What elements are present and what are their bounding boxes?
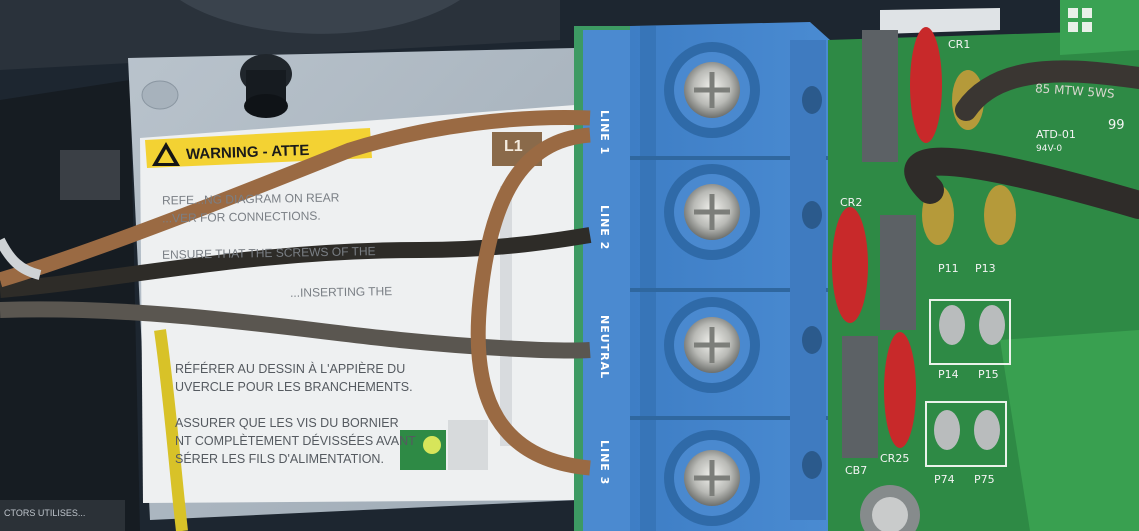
electrical-terminal-photo bbox=[0, 0, 1139, 531]
pcb-label-cr2: CR2 bbox=[840, 196, 863, 209]
warning-fr-line: ASSURER QUE LES VIS DU BORNIER bbox=[175, 416, 399, 430]
warning-fr-line: RÉFÉRER AU DESSIN À L'APPIÈRE DU bbox=[175, 362, 406, 376]
pcb-label-p75: P75 bbox=[974, 473, 995, 486]
screw-neutral-icon bbox=[664, 297, 760, 393]
warning-fr-line: UVERCLE POUR LES BRANCHEMENTS. bbox=[175, 380, 413, 394]
terminal-label-neutral: NEUTRAL bbox=[598, 315, 611, 380]
terminal-label-line-1: LINE 1 bbox=[598, 110, 611, 156]
screw-line-3-icon bbox=[664, 430, 760, 526]
warning-fr-line: SÉRER LES FILS D'ALIMENTATION. bbox=[175, 452, 384, 466]
screw-line-2-icon bbox=[664, 164, 760, 260]
terminal-label-line-2: LINE 2 bbox=[598, 205, 611, 251]
warning-tag: L1 bbox=[504, 138, 523, 155]
pcb-label-atd: ATD-01 bbox=[1036, 128, 1076, 141]
pcb-label-99: 99 bbox=[1108, 118, 1125, 133]
pcb-label-cr1: CR1 bbox=[948, 38, 971, 51]
pcb-label-p15: P15 bbox=[978, 368, 999, 381]
pcb-label-cb7: CB7 bbox=[845, 464, 868, 477]
bottom-text: CTORS UTILISES... bbox=[4, 508, 86, 518]
photo-frame: LINE 1 LINE 2 NEUTRAL LINE 3 WARNING - A… bbox=[0, 0, 1139, 531]
pcb-label-p74: P74 bbox=[934, 473, 955, 486]
pcb-label-cr25: CR25 bbox=[880, 452, 910, 465]
pcb-label-p13: P13 bbox=[975, 262, 996, 275]
warning-en-line: ...INSERTING THE bbox=[289, 284, 393, 300]
pcb-label-p14: P14 bbox=[938, 368, 959, 381]
pcb-label-p11: P11 bbox=[938, 262, 959, 275]
warning-fr-line: NT COMPLÈTEMENT DÉVISSÉES AVANT bbox=[175, 434, 416, 448]
terminal-label-line-3: LINE 3 bbox=[598, 440, 611, 486]
pcb-label-rating: 94V-0 bbox=[1036, 144, 1063, 154]
warning-en-line: ...VER FOR CONNECTIONS. bbox=[161, 208, 321, 226]
screw-line-1-icon bbox=[664, 42, 760, 138]
